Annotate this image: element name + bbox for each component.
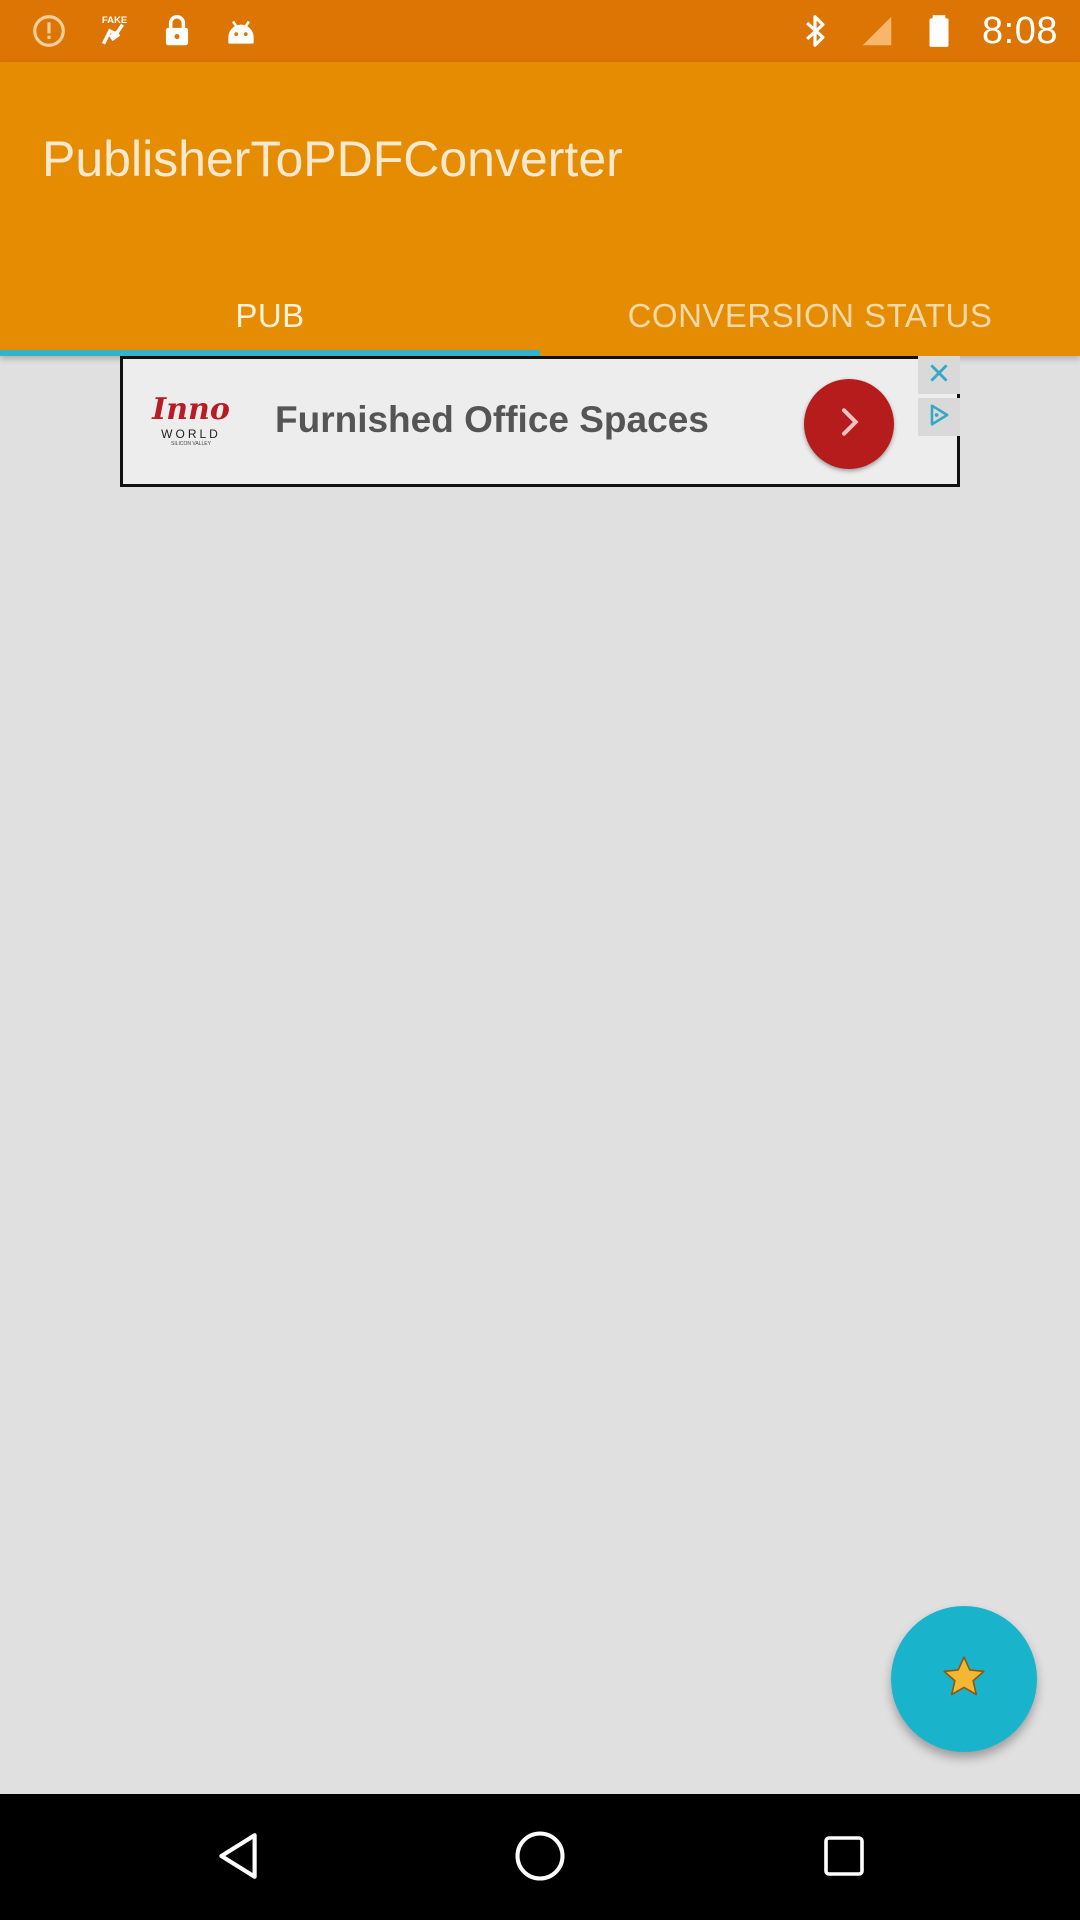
adchoices-icon [925, 401, 953, 434]
recents-icon [820, 1832, 868, 1885]
ad-logo: Inno WORLD SILICON VALLEY [149, 395, 233, 451]
android-icon [222, 12, 260, 50]
fake-gps-icon: FAKE [94, 12, 132, 50]
ad-close-button[interactable] [918, 356, 960, 394]
clock: 8:08 [982, 9, 1058, 52]
ad-logo-brand: Inno [152, 392, 230, 427]
signal-off-icon [858, 12, 896, 50]
app-title: PublisherToPDFConverter [42, 131, 623, 187]
tab-bar: PUB CONVERSION STATUS [0, 276, 1080, 356]
app-bar: PublisherToPDFConverter PUB CONVERSION S… [0, 62, 1080, 356]
recents-button[interactable] [812, 1826, 876, 1890]
battery-icon [920, 12, 958, 50]
bluetooth-icon [796, 12, 834, 50]
tab-pub[interactable]: PUB [0, 276, 540, 356]
back-icon [213, 1829, 263, 1888]
system-nav-bar [0, 1794, 1080, 1920]
ad-headline[interactable]: Furnished Office Spaces [275, 399, 709, 441]
close-icon [926, 360, 952, 391]
ad-logo-region: SILICON VALLEY [171, 441, 211, 447]
status-bar: FAKE 8:08 [0, 0, 1080, 62]
back-button[interactable] [206, 1826, 270, 1890]
ad-banner[interactable]: Inno WORLD SILICON VALLEY Furnished Offi… [120, 356, 960, 487]
ad-logo-sub: WORLD [161, 427, 221, 441]
ad-open-button[interactable] [804, 379, 894, 469]
home-button[interactable] [508, 1826, 572, 1890]
app-screen: FAKE 8:08 PublisherToPDFConverter PUB CO… [0, 0, 1080, 1920]
tab-conversion-status[interactable]: CONVERSION STATUS [540, 276, 1080, 356]
svg-text:FAKE: FAKE [102, 15, 127, 26]
star-icon [939, 1652, 989, 1707]
home-icon [513, 1829, 567, 1888]
chevron-right-icon [829, 402, 869, 447]
lock-icon [158, 12, 196, 50]
alert-circle-icon [30, 12, 68, 50]
adchoices-button[interactable] [918, 398, 960, 436]
rate-fab-button[interactable] [891, 1606, 1037, 1752]
